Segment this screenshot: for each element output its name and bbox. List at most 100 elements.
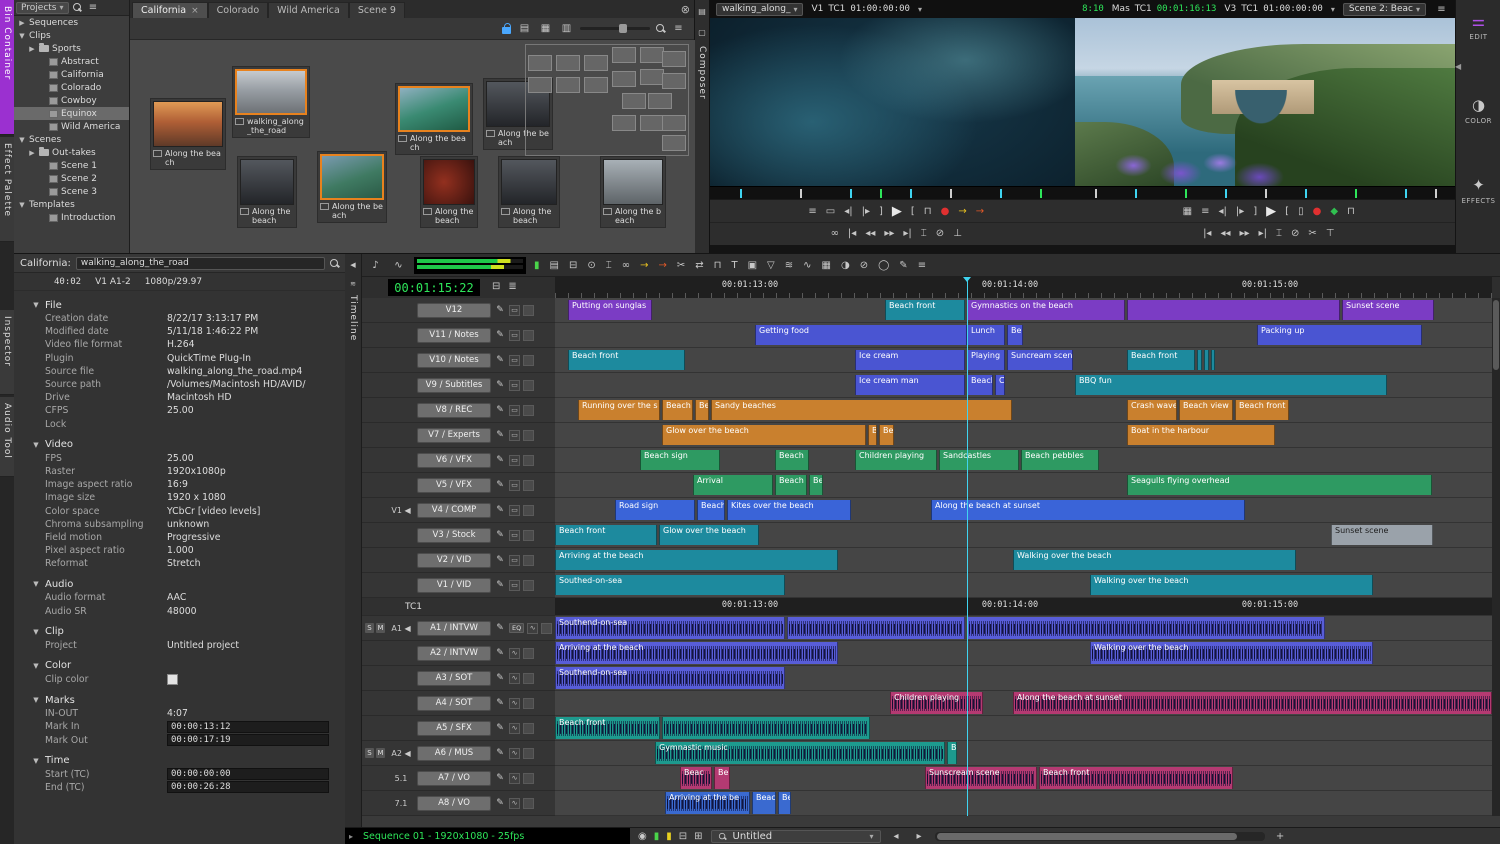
timeline-clip-packing-up[interactable]: Packing up bbox=[1257, 325, 1422, 345]
timeline-clip-beac[interactable]: Beac bbox=[752, 792, 776, 814]
zoom-add-icon[interactable]: + bbox=[1273, 829, 1288, 844]
sidebar-item-california[interactable]: California bbox=[14, 68, 129, 81]
bottom-tool-icon[interactable]: ⊥ bbox=[953, 228, 962, 239]
timeline-clip-putting-on-sunglas[interactable]: Putting on sunglas bbox=[568, 300, 652, 320]
panel-tabs-icon[interactable]: ▤ bbox=[695, 4, 710, 19]
bin-tab-scene-9[interactable]: Scene 9 bbox=[349, 2, 405, 18]
edit-pencil-icon[interactable]: ✎ bbox=[494, 430, 506, 440]
section-header-video[interactable]: ▼Video bbox=[14, 438, 345, 452]
sidebar-item-colorado[interactable]: Colorado bbox=[14, 81, 129, 94]
lock-icon[interactable] bbox=[523, 698, 534, 709]
lock-icon[interactable] bbox=[523, 505, 534, 516]
display-toggle-icon[interactable]: ∿ bbox=[509, 748, 520, 759]
step-backward-icon[interactable]: ◂| bbox=[844, 206, 852, 217]
thumbnail-stack[interactable] bbox=[525, 44, 689, 156]
section-header-time[interactable]: ▼Time bbox=[14, 754, 345, 768]
pen-tool-icon[interactable]: ✎ bbox=[899, 260, 907, 271]
timeline-clip-sunset-scene[interactable]: Sunset scene bbox=[1331, 525, 1433, 545]
add-marker-icon[interactable]: ● bbox=[1313, 206, 1322, 217]
timeline-clip-lunch[interactable]: Lunch bbox=[967, 325, 1005, 345]
section-header-color[interactable]: ▼Color bbox=[14, 659, 345, 673]
waveform-monitor-icon[interactable]: ∿ bbox=[391, 258, 406, 273]
timeline-clip-beach[interactable]: Beach bbox=[697, 500, 725, 520]
display-toggle-icon[interactable]: ∿ bbox=[527, 623, 538, 634]
nav-right-icon[interactable]: ▸ bbox=[912, 829, 927, 844]
projects-dropdown[interactable]: Projects ▾ bbox=[16, 2, 69, 14]
rewind-icon[interactable]: ◂◂ bbox=[1220, 228, 1230, 239]
timeline-clip-arriving-at-the-be[interactable]: Arriving at the be bbox=[665, 792, 750, 814]
hamburger-menu-icon[interactable]: ≡ bbox=[671, 21, 686, 36]
source-clip-dropdown[interactable]: walking_along_▾ bbox=[716, 3, 803, 16]
timeline-clip-beach-front[interactable]: Beach front bbox=[885, 300, 965, 320]
slider-knob[interactable] bbox=[619, 24, 627, 33]
bin-clip-card[interactable]: Along the beach bbox=[150, 98, 226, 170]
script-view-icon[interactable]: ▥ bbox=[559, 21, 574, 36]
source-patch-A6[interactable]: A2 ◀ bbox=[388, 749, 414, 758]
keyframe-icon[interactable]: ◆ bbox=[1330, 206, 1338, 217]
mark-in-icon[interactable]: [ bbox=[911, 206, 915, 217]
segment-lift-icon[interactable]: ⇄ bbox=[695, 260, 703, 271]
timeline-clip-along-the-beach-at-sunset[interactable]: Along the beach at sunset bbox=[1013, 692, 1492, 714]
timeline-clip-be[interactable]: Be bbox=[778, 792, 791, 814]
quick-transition-icon[interactable]: ▯ bbox=[1298, 206, 1304, 217]
panel-float-icon[interactable]: ▢ bbox=[695, 25, 710, 40]
timeline-clip-arrival[interactable]: Arrival bbox=[693, 475, 773, 495]
property-timecode-field[interactable] bbox=[167, 734, 329, 746]
timeline-clip-beach[interactable]: Beach bbox=[967, 375, 993, 395]
workspace-color[interactable]: ◑ COLOR bbox=[1456, 96, 1500, 125]
edit-pencil-icon[interactable]: ✎ bbox=[494, 305, 506, 315]
section-header-file[interactable]: ▼File bbox=[14, 298, 345, 312]
timeline-clip-road-sign[interactable]: Road sign bbox=[615, 500, 695, 520]
trim-mode-icon[interactable]: ⊓ bbox=[924, 206, 932, 217]
track-button-A8[interactable]: A8 / VO bbox=[417, 796, 491, 811]
edit-pencil-icon[interactable]: ✎ bbox=[494, 773, 506, 783]
rail-tab-bin-container[interactable]: Bin Container bbox=[0, 0, 14, 135]
display-toggle-icon[interactable]: ▭ bbox=[509, 330, 520, 341]
master-timecode-display[interactable]: 00:01:15:22 bbox=[388, 279, 480, 296]
display-toggle-icon[interactable]: ▭ bbox=[509, 430, 520, 441]
display-toggle-icon[interactable]: ∿ bbox=[509, 698, 520, 709]
timeline-clip-beach-front[interactable]: Beach front bbox=[568, 350, 685, 370]
nav-left-icon[interactable]: ◂ bbox=[889, 829, 904, 844]
add-marker-icon[interactable]: ● bbox=[941, 206, 950, 217]
speaker-icon[interactable]: ♪ bbox=[368, 258, 383, 273]
trim-icon[interactable]: ⊓ bbox=[1347, 206, 1355, 217]
bin-tab-colorado[interactable]: Colorado bbox=[208, 2, 268, 18]
source-patch-A8[interactable]: 7.1 bbox=[388, 799, 414, 808]
source-timecode-group[interactable]: V1 TC1 01:00:00:00 ▾ bbox=[811, 4, 922, 14]
timeline-clip-be[interactable]: Be bbox=[879, 425, 894, 445]
track-color-icon[interactable]: ▦ bbox=[822, 260, 831, 271]
tree-arrow-icon[interactable]: ▶ bbox=[28, 45, 36, 53]
fast-forward-icon[interactable]: ▸▸ bbox=[884, 228, 894, 239]
timeline-clip-walking-over-the-beach[interactable]: Walking over the beach bbox=[1013, 550, 1296, 570]
lock-icon[interactable] bbox=[523, 648, 534, 659]
edit-pencil-icon[interactable]: ✎ bbox=[494, 748, 506, 758]
source-position-bar[interactable] bbox=[710, 186, 1075, 199]
lock-icon[interactable] bbox=[523, 455, 534, 466]
mark-out-icon[interactable]: ] bbox=[1253, 206, 1257, 217]
timeline-clip-children-playing[interactable]: Children playing bbox=[855, 450, 937, 470]
timeline-clip-beach[interactable]: Beach bbox=[662, 400, 693, 420]
hamburger-menu-icon[interactable]: ≡ bbox=[86, 0, 101, 15]
bin-tab-wild-america[interactable]: Wild America bbox=[268, 2, 349, 18]
play-icon[interactable]: ▶ bbox=[892, 204, 902, 219]
property-timecode-field[interactable] bbox=[167, 768, 329, 780]
timeline-clip-clip[interactable] bbox=[1197, 350, 1202, 370]
sidebar-item-introduction[interactable]: Introduction bbox=[14, 211, 129, 224]
collapse-rail-icon[interactable]: ◀ bbox=[1455, 62, 1461, 71]
bin-clip-card[interactable]: Along the beach bbox=[498, 156, 560, 228]
track-button-A2[interactable]: A2 / INTVW bbox=[417, 646, 491, 661]
mark-clip-icon[interactable]: ⌶ bbox=[1276, 228, 1282, 239]
timeline-menu-icon[interactable]: ≣ bbox=[508, 281, 516, 292]
display-toggle-icon[interactable]: ▭ bbox=[509, 555, 520, 566]
track-button-V9[interactable]: V9 / Subtitles bbox=[417, 378, 491, 393]
tree-arrow-icon[interactable]: ▶ bbox=[18, 19, 26, 27]
timeline-clip-be[interactable]: Be bbox=[714, 767, 730, 789]
lock-icon[interactable] bbox=[523, 430, 534, 441]
timeline-clip-walking-over-the-beach[interactable]: Walking over the beach bbox=[1090, 575, 1373, 595]
toggle-icon[interactable]: ⊟ bbox=[679, 831, 687, 842]
display-toggle-icon[interactable]: ∿ bbox=[509, 673, 520, 684]
edit-pencil-icon[interactable]: ✎ bbox=[494, 505, 506, 515]
bin-clip-card[interactable]: Along the beach bbox=[395, 83, 473, 155]
display-toggle-icon[interactable]: ∿ bbox=[509, 773, 520, 784]
